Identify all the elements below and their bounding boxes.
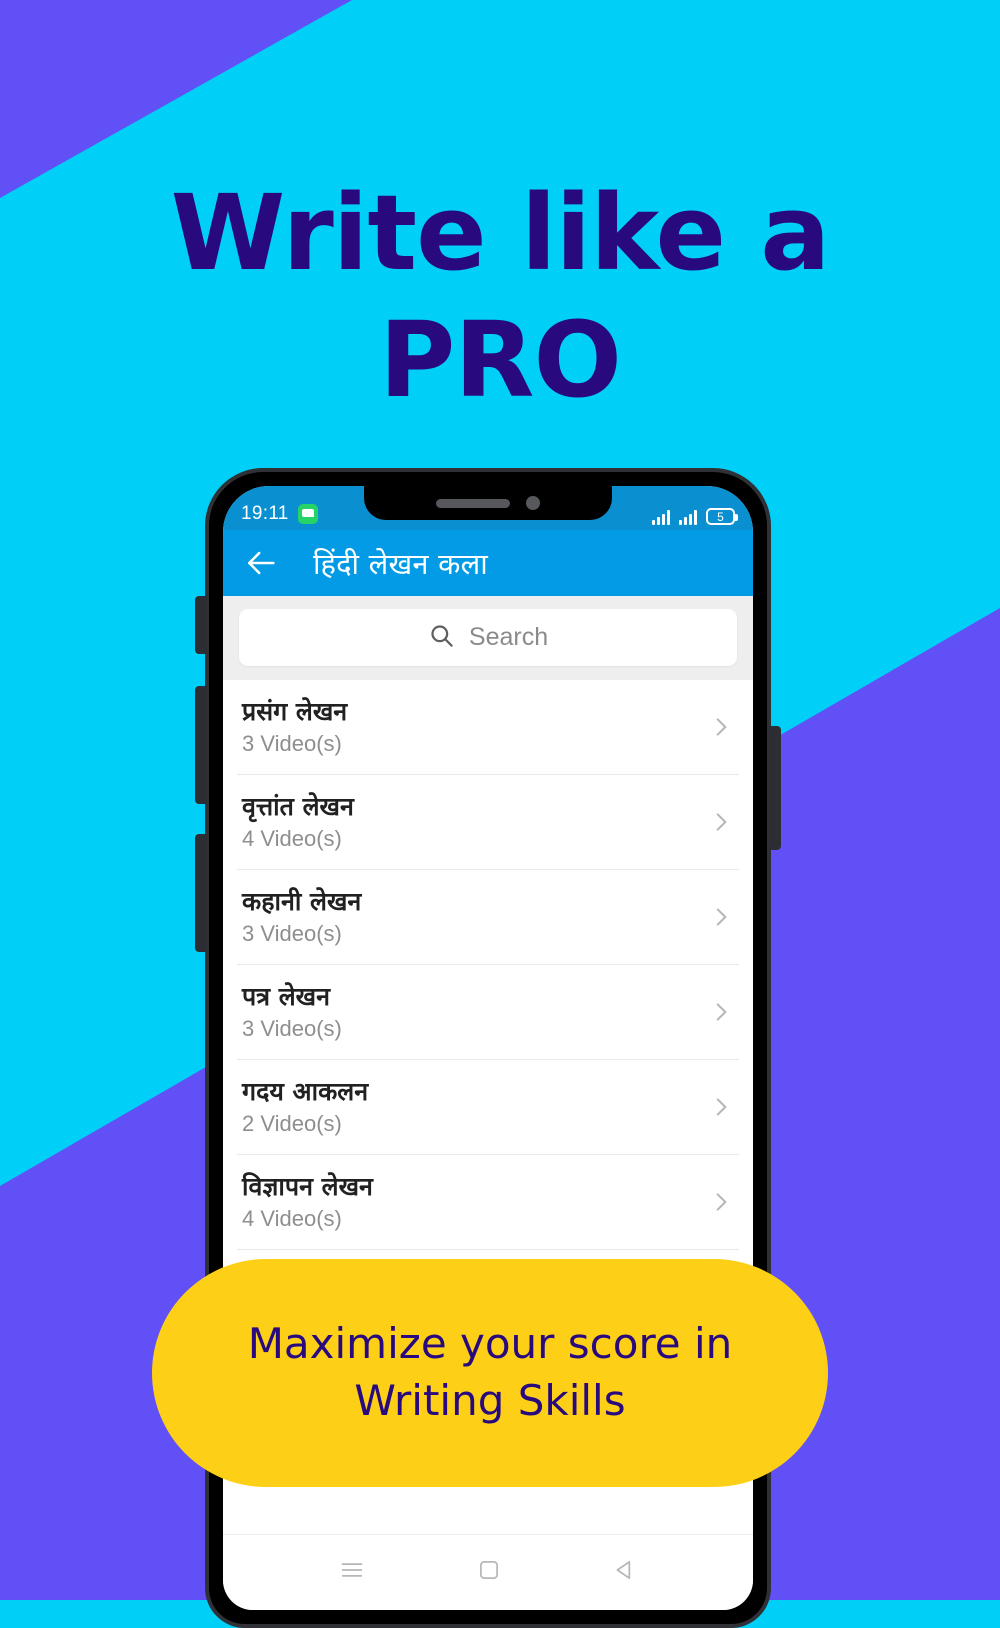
list-item[interactable]: गदय आकलन 2 Video(s) xyxy=(237,1060,739,1155)
list-item-text: पत्र लेखन 3 Video(s) xyxy=(237,982,708,1043)
headline-line-1: Write like a xyxy=(170,172,831,294)
chevron-right-icon xyxy=(708,714,734,740)
chevron-right-icon xyxy=(708,999,734,1025)
headline-line-2: PRO xyxy=(379,298,622,421)
list-item-subtitle: 3 Video(s) xyxy=(242,1016,342,1042)
status-bar-left: 19:11 xyxy=(241,503,318,525)
list-item[interactable]: वृत्तांत लेखन 4 Video(s) xyxy=(237,775,739,870)
list-item-subtitle: 3 Video(s) xyxy=(242,731,342,757)
chevron-right-icon xyxy=(708,1189,734,1215)
signal-bars-icon-2 xyxy=(679,509,697,525)
chevron-right-icon xyxy=(708,1094,734,1120)
list-item-title: गदय आकलन xyxy=(242,1076,369,1106)
status-time: 19:11 xyxy=(241,503,289,524)
list-item[interactable]: पत्र लेखन 3 Video(s) xyxy=(237,965,739,1060)
list-item-text: वृत्तांत लेखन 4 Video(s) xyxy=(237,792,708,853)
battery-level-label: 5 xyxy=(717,509,724,524)
app-bar: हिंदी लेखन कला xyxy=(223,530,753,596)
list-item-title: पत्र लेखन xyxy=(242,981,330,1011)
banner-line-2: Writing Skills xyxy=(354,1376,626,1425)
phone-button-power[interactable] xyxy=(769,726,781,850)
search-icon xyxy=(428,622,455,654)
chevron-right-icon xyxy=(708,904,734,930)
front-camera-icon xyxy=(526,496,540,510)
list-item[interactable]: प्रसंग लेखन 3 Video(s) xyxy=(237,680,739,775)
list-item[interactable]: कहानी लेखन 3 Video(s) xyxy=(237,870,739,965)
chat-icon xyxy=(297,504,318,524)
battery-icon: 5 xyxy=(706,508,738,525)
triangle-back-icon[interactable] xyxy=(612,1557,638,1588)
promo-headline: Write like a PRO xyxy=(0,170,1000,424)
list-item-title: प्रसंग लेखन xyxy=(242,696,348,726)
search-placeholder-text: Search xyxy=(468,623,549,651)
list-item-text: प्रसंग लेखन 3 Video(s) xyxy=(237,697,708,758)
status-bar-right: 5 xyxy=(652,508,738,525)
back-arrow-icon[interactable] xyxy=(245,546,279,580)
speaker-grille-icon xyxy=(436,498,510,508)
page-title: हिंदी लेखन कला xyxy=(313,546,488,581)
list-item-title: कहानी लेखन xyxy=(242,886,362,916)
menu-icon[interactable] xyxy=(338,1556,366,1589)
list-item-title: वृत्तांत लेखन xyxy=(242,791,354,821)
list-item-subtitle: 3 Video(s) xyxy=(242,921,342,947)
list-item-title: विज्ञापन लेखन xyxy=(242,1171,373,1201)
banner-line-1: Maximize your score in xyxy=(247,1319,733,1369)
phone-button-extra[interactable] xyxy=(195,834,207,952)
list-item-text: विज्ञापन लेखन 4 Video(s) xyxy=(237,1172,708,1233)
search-input[interactable]: Search xyxy=(239,609,737,666)
list-item-subtitle: 4 Video(s) xyxy=(242,826,342,852)
search-section: Search xyxy=(223,596,753,680)
list-item-text: कहानी लेखन 3 Video(s) xyxy=(237,887,708,948)
list-item-text: गदय आकलन 2 Video(s) xyxy=(237,1077,708,1138)
list-item[interactable]: विज्ञापन लेखन 4 Video(s) xyxy=(237,1155,739,1250)
phone-button-volume-up[interactable] xyxy=(195,596,207,654)
status-bar: 19:11 5 xyxy=(223,486,753,530)
android-nav-bar xyxy=(223,1534,753,1610)
list-item-subtitle: 2 Video(s) xyxy=(242,1111,342,1137)
phone-button-volume-down[interactable] xyxy=(195,686,207,804)
chevron-right-icon xyxy=(708,809,734,835)
promo-banner: Maximize your score in Writing Skills xyxy=(152,1259,828,1487)
square-home-icon[interactable] xyxy=(476,1557,502,1588)
signal-bars-icon-1 xyxy=(652,509,670,525)
list-item-subtitle: 4 Video(s) xyxy=(242,1206,342,1232)
phone-notch xyxy=(364,486,612,520)
